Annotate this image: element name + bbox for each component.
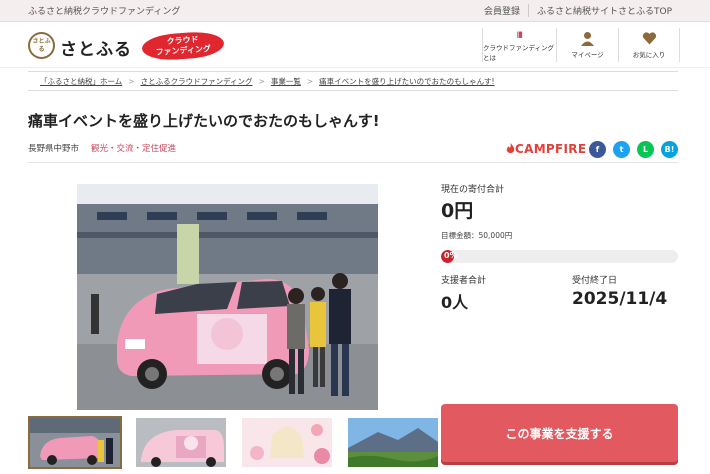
person-icon	[581, 32, 594, 46]
breadcrumb-separator: >	[306, 76, 314, 86]
register-link[interactable]: 会員登録	[476, 4, 528, 17]
line-icon[interactable]: L	[637, 141, 654, 158]
breadcrumb-crowdfunding[interactable]: さとふるクラウドファンディング	[141, 76, 253, 87]
campfire-label: CAMPFIRE	[515, 142, 587, 156]
crowdfunding-badge[interactable]: クラウド ファンディング	[141, 30, 225, 62]
book-icon	[516, 31, 522, 38]
nav-mypage-label: マイページ	[571, 51, 604, 59]
thumbnail-illustration	[242, 418, 332, 467]
divider	[28, 162, 678, 163]
progress-bar: 0%	[441, 250, 678, 263]
twitter-glyph: t	[619, 145, 624, 154]
nav-favorites-label: お気に入り	[632, 51, 666, 59]
nav-mypage[interactable]: マイページ	[556, 28, 618, 62]
twitter-icon[interactable]: t	[613, 141, 630, 158]
thumbnail-4[interactable]	[346, 416, 440, 469]
itasha-car-photo	[77, 184, 378, 410]
satofull-logo-text[interactable]: さとふる	[60, 35, 132, 60]
thumbnail-landscape	[348, 418, 438, 467]
donation-total-label: 現在の寄付合計	[441, 185, 505, 195]
supporters-label: 支援者合計	[441, 276, 487, 286]
breadcrumb-separator: >	[258, 76, 265, 86]
social-share: f t L B!	[589, 141, 678, 158]
progress-percent: 0%	[444, 251, 458, 260]
deadline-value: 2025/11/4	[572, 289, 668, 309]
facebook-icon[interactable]: f	[589, 141, 606, 158]
deadline-label: 受付終了日	[572, 276, 618, 286]
hatena-icon[interactable]: B!	[661, 141, 678, 158]
nav-about-label: クラウドファンディングとは	[483, 44, 555, 62]
thumbnail-strip	[28, 416, 440, 469]
nav-about-crowdfunding[interactable]: クラウドファンディングとは	[482, 28, 556, 62]
support-project-button[interactable]: この事業を支援する	[441, 404, 678, 462]
flame-icon	[506, 143, 515, 154]
campfire-logo[interactable]: CAMPFIRE	[506, 142, 586, 156]
thumbnail-2[interactable]	[134, 416, 228, 469]
top-links: 会員登録 ふるさと納税サイトさとふるTOP	[476, 4, 680, 17]
thumbnail-1[interactable]	[28, 416, 122, 469]
top-bar: ふるさと納税クラウドファンディング 会員登録 ふるさと納税サイトさとふるTOP	[0, 0, 710, 22]
header-nav: クラウドファンディングとは マイページ お気に入り	[482, 28, 680, 62]
project-category[interactable]: 観光・交流・定住促進	[91, 142, 176, 154]
breadcrumb-current[interactable]: 痛車イベントを盛り上げたいのでおたのもしゃんす!	[319, 76, 494, 87]
facebook-glyph: f	[595, 145, 600, 154]
main-project-photo[interactable]	[77, 184, 378, 410]
breadcrumb-separator: >	[128, 76, 135, 86]
satofull-top-link[interactable]: ふるさと納税サイトさとふるTOP	[527, 4, 680, 17]
header: さとふる さとふる クラウド ファンディング クラウドファンディングとは マイペ…	[0, 22, 710, 68]
breadcrumb: 「ふるさと納税」ホーム > さとふるクラウドファンディング > 事業一覧 > 痛…	[28, 71, 678, 91]
donation-total-value: 0円	[441, 200, 474, 222]
breadcrumb-project-list[interactable]: 事業一覧	[271, 76, 301, 87]
supporters-value: 0人	[441, 293, 469, 312]
thumbnail-3[interactable]	[240, 416, 334, 469]
site-name[interactable]: ふるさと納税クラウドファンディング	[28, 4, 180, 17]
thumbnail-car-side-photo	[136, 418, 226, 467]
heart-icon	[642, 32, 656, 45]
project-location: 長野県中野市	[28, 144, 80, 154]
goal-amount: 目標金額：50,000円	[441, 231, 513, 240]
logo-mark-text: さとふる	[32, 37, 51, 53]
nav-favorites[interactable]: お気に入り	[618, 28, 680, 62]
hatena-glyph: B!	[664, 145, 675, 154]
project-meta: 長野県中野市 観光・交流・定住促進	[28, 142, 176, 154]
line-glyph: L	[642, 145, 649, 154]
satofull-logo-mark[interactable]: さとふる	[28, 32, 55, 59]
thumbnail-car-photo	[30, 418, 120, 467]
breadcrumb-home[interactable]: 「ふるさと納税」ホーム	[40, 76, 122, 87]
project-title: 痛車イベントを盛り上げたいのでおたのもしゃんす!	[28, 112, 380, 130]
